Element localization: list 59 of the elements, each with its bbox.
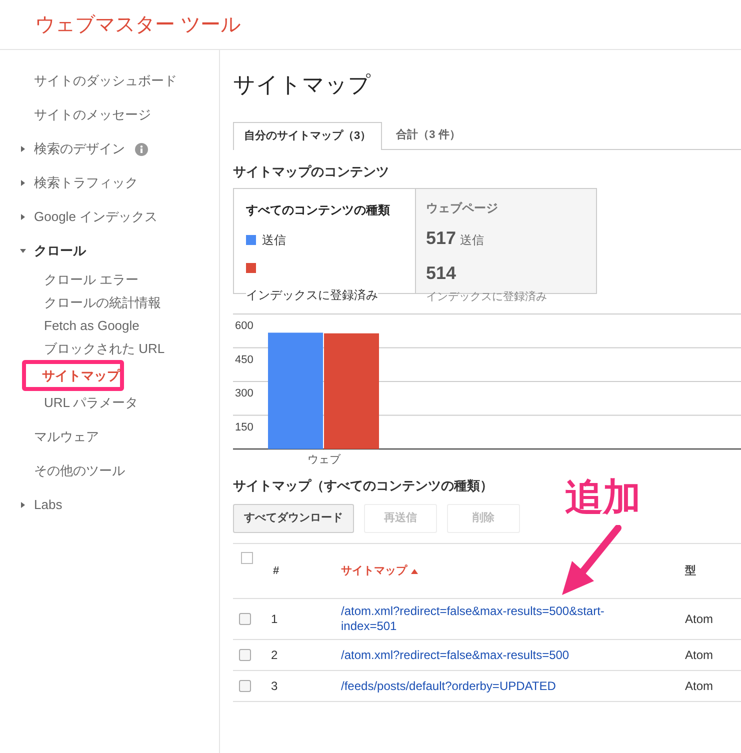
nav-link[interactable]: 検索のデザイン xyxy=(34,139,125,159)
nav-link[interactable]: ブロックされた URL xyxy=(44,337,165,360)
nav-link[interactable]: サイトのメッセージ xyxy=(34,105,151,125)
expand-caret-icon[interactable] xyxy=(20,180,26,186)
sitemap-link[interactable]: /feeds/posts/default?orderby=UPDATED xyxy=(341,678,633,694)
nav-link[interactable]: その他のツール xyxy=(34,461,125,481)
collapse-caret-icon[interactable] xyxy=(20,248,26,254)
page-title: サイトマップ xyxy=(233,71,372,99)
type-cell-text: Atom xyxy=(685,611,714,628)
sort-ascending-icon[interactable] xyxy=(411,568,418,574)
legend-title: すべてのコンテンツの種類 xyxy=(246,202,391,219)
nav-link[interactable]: Google インデックス xyxy=(34,207,158,227)
expand-caret-icon[interactable] xyxy=(20,146,26,152)
legend-label: 送信 xyxy=(262,232,286,249)
nav-link[interactable]: クロール xyxy=(34,241,86,261)
axis-label: 600 xyxy=(235,320,254,332)
checkbox[interactable] xyxy=(241,552,253,564)
column-header[interactable]: サイトマップ xyxy=(341,562,407,580)
column-header[interactable]: 型 xyxy=(685,562,696,580)
column-header[interactable]: # xyxy=(273,562,280,580)
app-title: ウェブマスター ツール xyxy=(35,12,241,38)
checkbox[interactable] xyxy=(239,649,251,661)
nav-link[interactable]: クロール エラー xyxy=(44,268,139,291)
row-number: 2 xyxy=(270,647,279,664)
tab[interactable]: 合計（3 件） xyxy=(386,122,470,149)
count-label: インデックスに登録済み xyxy=(426,290,547,305)
summary-title: ウェブページ xyxy=(426,200,499,217)
nav-link[interactable]: Fetch as Google xyxy=(44,314,140,337)
type-cell-text: Atom xyxy=(685,678,714,695)
expand-caret-icon[interactable] xyxy=(20,502,26,508)
arrow-icon xyxy=(562,525,622,595)
checkbox[interactable] xyxy=(239,613,251,625)
row-number: 1 xyxy=(270,611,279,628)
expand-caret-icon[interactable] xyxy=(20,214,26,220)
sitemap-link[interactable]: /atom.xml?redirect=false&max-results=500 xyxy=(341,648,633,662)
nav-link[interactable]: マルウェア xyxy=(34,427,99,447)
section-heading: サイトマップのコンテンツ xyxy=(233,163,390,181)
annotation-text: 追加 xyxy=(565,476,641,521)
type-cell-text: Atom xyxy=(685,647,714,664)
legend-label: インデックスに登録済み xyxy=(246,286,378,304)
nav-link[interactable]: サイトのダッシュボード xyxy=(34,71,177,91)
axis-label: 300 xyxy=(235,388,254,400)
checkbox[interactable] xyxy=(239,680,251,692)
axis-label: 450 xyxy=(235,354,254,366)
nav-link[interactable]: 検索トラフィック xyxy=(34,173,138,193)
toolbar-button[interactable]: すべてダウンロード xyxy=(233,504,354,533)
info-icon[interactable] xyxy=(135,142,148,156)
sitemap-link[interactable]: /atom.xml?redirect=false&max-results=500&start-index=501 xyxy=(341,604,633,634)
count-label: 送信 xyxy=(460,232,484,249)
row-number: 3 xyxy=(270,678,279,695)
count-value: 514 xyxy=(426,262,456,285)
nav-link[interactable]: URL パラメータ xyxy=(44,391,138,414)
nav-link[interactable]: Labs xyxy=(34,495,62,515)
nav-link[interactable]: サイトマップ xyxy=(22,360,124,391)
tab[interactable]: 自分のサイトマップ（3） xyxy=(233,122,382,150)
nav-link[interactable]: クロールの統計情報 xyxy=(44,291,161,314)
axis-label: 150 xyxy=(235,421,254,434)
section-heading: サイトマップ（すべてのコンテンツの種類） xyxy=(233,477,494,495)
count-value: 517 xyxy=(426,227,456,250)
